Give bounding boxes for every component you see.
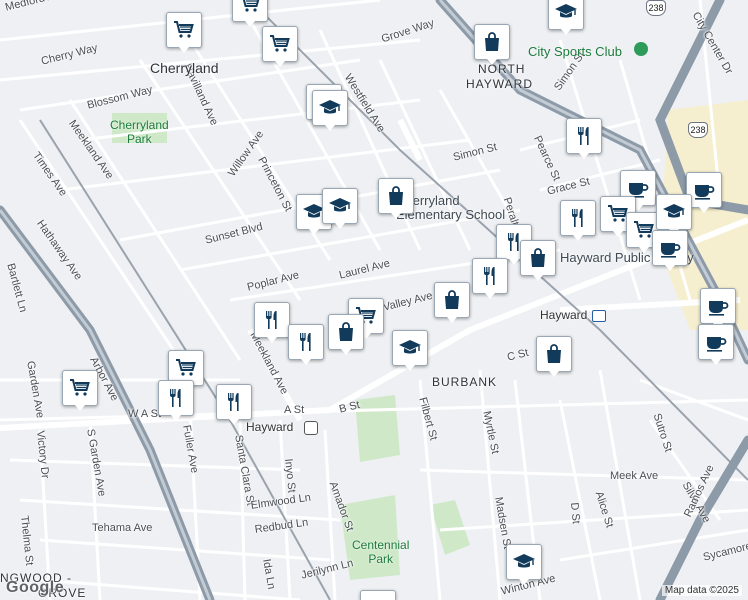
- school-marker[interactable]: [506, 544, 542, 585]
- school-marker[interactable]: [548, 0, 584, 35]
- street-label: Meek Ave: [610, 470, 659, 482]
- graduation-cap-icon: [399, 340, 421, 354]
- fork-knife-icon: [266, 311, 277, 329]
- highway-shield: 238: [688, 122, 708, 138]
- coffee-cup-icon: [695, 185, 715, 200]
- shop-marker[interactable]: [232, 0, 268, 27]
- park-label: Centennial Park: [352, 538, 410, 566]
- store-marker[interactable]: [378, 178, 414, 219]
- graduation-cap-icon: [555, 4, 577, 18]
- shopping-bag-icon: [531, 248, 545, 267]
- shopping-bag-icon: [485, 32, 499, 51]
- shop-marker[interactable]: [166, 12, 202, 53]
- school-marker[interactable]: [360, 590, 396, 600]
- google-logo: Google: [6, 579, 65, 596]
- fork-knife-icon: [228, 393, 239, 411]
- shopping-cart-icon: [176, 359, 196, 376]
- fork-knife-icon: [170, 389, 181, 407]
- shopping-cart-icon: [174, 21, 194, 38]
- street-label: Tehama Ave: [92, 522, 153, 534]
- coffee-cup-icon: [707, 337, 727, 352]
- school-marker[interactable]: [656, 194, 692, 235]
- poi-label: City Sports Club: [528, 44, 622, 59]
- restaurant-marker[interactable]: [288, 324, 324, 365]
- graduation-cap-icon: [513, 554, 535, 568]
- restaurant-marker[interactable]: [158, 380, 194, 421]
- shopping-bag-icon: [389, 186, 403, 205]
- school-marker[interactable]: [312, 90, 348, 131]
- place-label: Cherryland: [150, 60, 219, 76]
- train-icon: [592, 310, 606, 322]
- store-marker[interactable]: [474, 24, 510, 65]
- restaurant-marker[interactable]: [472, 258, 508, 299]
- restaurant-marker[interactable]: [566, 118, 602, 159]
- shop-marker[interactable]: [262, 26, 298, 67]
- store-marker[interactable]: [434, 282, 470, 323]
- graduation-cap-icon: [663, 204, 685, 218]
- shopping-cart-icon: [242, 0, 260, 12]
- cafe-marker[interactable]: [652, 230, 688, 271]
- station-label: Hayward: [540, 308, 588, 322]
- school-marker[interactable]: [322, 188, 358, 229]
- highway-shield: 238: [646, 0, 666, 16]
- store-marker[interactable]: [328, 314, 364, 355]
- street-label: W A St: [128, 408, 162, 420]
- neighborhood-label: NORTH: [478, 62, 526, 76]
- shopping-bag-icon: [339, 322, 353, 341]
- coffee-cup-icon: [661, 243, 681, 258]
- fork-knife-icon: [578, 127, 589, 145]
- store-marker[interactable]: [520, 240, 556, 281]
- shopping-cart-icon: [270, 35, 290, 52]
- restaurant-marker[interactable]: [254, 302, 290, 343]
- fork-knife-icon: [572, 209, 583, 227]
- cafe-marker[interactable]: [700, 288, 736, 329]
- fork-knife-icon: [484, 267, 495, 285]
- shop-marker[interactable]: [62, 370, 98, 411]
- shopping-bag-icon: [547, 344, 561, 363]
- coffee-cup-icon: [709, 301, 729, 316]
- station-label: Hayward: [246, 420, 294, 434]
- neighborhood-label: BURBANK: [432, 375, 498, 389]
- park-label: Cherryland Park: [110, 118, 169, 146]
- school-marker[interactable]: [392, 330, 428, 371]
- map-attribution[interactable]: Map data ©2025: [661, 585, 742, 596]
- street-label: A St: [284, 404, 305, 416]
- graduation-cap-icon: [366, 596, 390, 600]
- neighborhood-label: HAYWARD: [466, 77, 533, 91]
- restaurant-marker[interactable]: [216, 384, 252, 425]
- cafe-marker[interactable]: [698, 324, 734, 365]
- poi-pin-icon: [634, 42, 648, 56]
- street-label: D St: [568, 502, 582, 525]
- restaurant-marker[interactable]: [560, 200, 596, 241]
- graduation-cap-icon: [329, 198, 351, 212]
- shopping-bag-icon: [445, 290, 459, 309]
- store-marker[interactable]: [536, 336, 572, 377]
- shopping-cart-icon: [70, 379, 90, 396]
- fork-knife-icon: [300, 333, 311, 351]
- map-canvas[interactable]: Medford Ave Cherry Way Blossom Way Grove…: [0, 0, 748, 600]
- graduation-cap-icon: [319, 100, 341, 114]
- train-icon: [304, 421, 318, 435]
